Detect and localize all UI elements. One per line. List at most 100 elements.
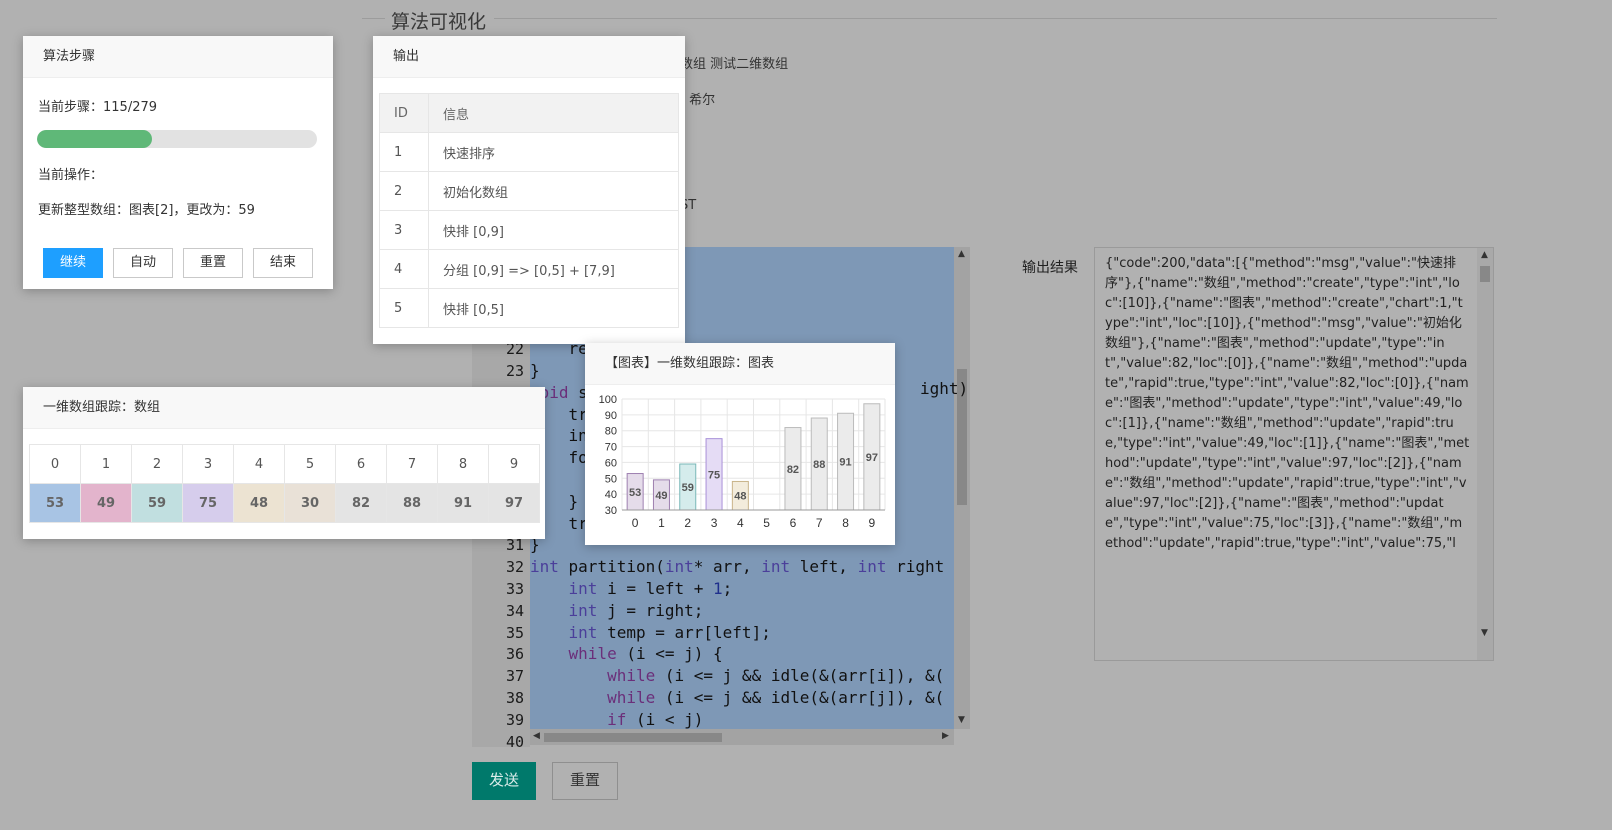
x-tick-label: 3 — [711, 516, 718, 530]
array-value-cell: 88 — [386, 483, 438, 523]
editor-horizontal-thumb[interactable] — [544, 733, 722, 742]
row-id: 1 — [379, 132, 429, 172]
array-index-cell: 5 — [284, 444, 336, 484]
output-table: ID 信息 1 快速排序 2 初始化数组 3 快排 [0,9] 4 分组 [0,9] =… — [379, 93, 679, 328]
step-progress-bar — [37, 130, 317, 148]
column-header-id: ID — [379, 93, 429, 133]
array-index-cell: 7 — [386, 444, 438, 484]
row-info: 分组 [0,9] => [0,5] + [7,9] — [428, 249, 679, 289]
x-tick-label: 6 — [790, 516, 797, 530]
row-info: 快排 [0,9] — [428, 210, 679, 250]
x-tick-label: 5 — [763, 516, 770, 530]
line-number: 38 — [505, 689, 524, 707]
x-tick-label: 0 — [632, 516, 639, 530]
current-op-label: 当前操作： — [38, 168, 104, 183]
output-result-text: {"code":200,"data":[{"method":"msg","val… — [1105, 256, 1470, 551]
test-options-text: 数组 测试二维数组 — [680, 57, 789, 72]
scroll-left-icon[interactable]: ◀ — [533, 731, 540, 741]
code-line: while (i <= j && idle(&(arr[i]), &( — [607, 666, 945, 686]
line-number: 33 — [505, 580, 524, 598]
chart-tracking-panel: 【图表】一维数组跟踪：图表 100 90 80 70 60 50 40 30 53 0 49 1 59 2… — [585, 343, 895, 545]
scroll-down-icon[interactable]: ▼ — [958, 715, 965, 725]
code-line: if (i < j) — [607, 709, 704, 729]
code-line: while (i <= j) { — [568, 644, 723, 664]
array-index-cell: 4 — [233, 444, 285, 484]
code-line: } — [530, 361, 540, 380]
bar-value-label: 48 — [734, 491, 746, 503]
x-tick-label: 9 — [869, 516, 876, 530]
code-line: int temp = arr[left]; — [568, 622, 771, 642]
array-value-cell: 53 — [29, 483, 81, 523]
output-result-label: 输出结果 — [1022, 260, 1078, 276]
bar-value-label: 59 — [682, 482, 694, 494]
output-scroll-thumb[interactable] — [1480, 266, 1490, 282]
array-index-row: 0123456789 — [29, 444, 540, 484]
x-tick-label: 1 — [658, 516, 665, 530]
code-line: while (i <= j && idle(&(arr[j]), &( — [607, 688, 945, 707]
line-number: 34 — [505, 601, 524, 620]
code-peek-text: ight) — [920, 379, 969, 398]
table-row: 1 快速排序 — [379, 132, 679, 172]
x-tick-label: 7 — [816, 516, 823, 530]
op-detail-text: 更新整型数组：图表[2]，更改为：59 — [38, 203, 255, 218]
x-tick-label: 4 — [737, 516, 744, 530]
output-result-box[interactable]: {"code":200,"data":[{"method":"msg","val… — [1094, 247, 1494, 661]
send-button[interactable]: 发送 — [472, 762, 536, 800]
x-tick-label: 8 — [842, 516, 849, 530]
array-tracking-panel: 一维数组跟踪：数组 0123456789 53 49 59 75 48 30 82 88 91 9… — [23, 387, 545, 539]
code-line: int i = left + 1; — [568, 579, 733, 598]
bar-value-label: 75 — [708, 469, 720, 481]
row-id: 3 — [379, 210, 429, 250]
continue-button[interactable]: 继续 — [43, 248, 103, 278]
array-index-cell: 1 — [80, 444, 132, 484]
section-divider — [362, 18, 1497, 19]
y-tick-label: 50 — [605, 473, 617, 485]
bar-value-label: 82 — [787, 464, 799, 476]
line-number: 39 — [505, 710, 524, 729]
array-index-cell: 6 — [335, 444, 387, 484]
line-number: 37 — [505, 667, 524, 686]
scroll-up-icon[interactable]: ▲ — [1481, 250, 1488, 260]
y-tick-label: 30 — [605, 505, 617, 517]
array-index-cell: 3 — [182, 444, 234, 484]
panel-title: 算法步骤 — [23, 36, 333, 78]
bar-value-label: 91 — [839, 457, 851, 469]
reset-steps-button[interactable]: 重置 — [183, 248, 243, 278]
line-number: 35 — [505, 623, 524, 642]
array-value-cell: 59 — [131, 483, 183, 523]
editor-horizontal-scrollbar[interactable]: ◀ ▶ — [530, 729, 954, 745]
line-number: 40 — [505, 732, 524, 747]
scroll-up-icon[interactable]: ▲ — [958, 249, 965, 259]
y-tick-label: 40 — [605, 489, 617, 501]
scroll-down-icon[interactable]: ▼ — [1481, 628, 1488, 638]
reset-button[interactable]: 重置 — [552, 762, 618, 800]
section-title: 算法可视化 — [385, 7, 495, 34]
array-index-cell: 2 — [131, 444, 183, 484]
table-row: 4 分组 [0,9] => [0,5] + [7,9] — [379, 249, 679, 289]
array-index-cell: 9 — [488, 444, 540, 484]
output-panel: 输出 ID 信息 1 快速排序 2 初始化数组 3 快排 [0,9] 4 分组 [0,9… — [373, 36, 685, 344]
code-line: int partition(int* arr, int left, int ri… — [530, 557, 945, 577]
bar-value-label: 97 — [866, 452, 878, 464]
table-header-row: ID 信息 — [379, 93, 679, 133]
array-value-cell: 97 — [488, 483, 540, 523]
column-header-info: 信息 — [428, 93, 679, 133]
array-table: 0123456789 53 49 59 75 48 30 82 88 91 97 — [29, 444, 540, 523]
output-scrollbar[interactable]: ▲ ▼ — [1477, 248, 1493, 660]
panel-title: 【图表】一维数组跟踪：图表 — [585, 343, 895, 385]
row-id: 2 — [379, 171, 429, 211]
line-number: 32 — [505, 558, 524, 577]
array-value-cell: 82 — [335, 483, 387, 523]
step-progress-fill — [37, 130, 152, 148]
editor-vertical-scrollbar[interactable]: ▲ ▼ — [954, 247, 970, 729]
scroll-right-icon[interactable]: ▶ — [942, 731, 949, 741]
end-button[interactable]: 结束 — [253, 248, 313, 278]
panel-title: 输出 — [373, 36, 685, 78]
row-info: 快速排序 — [428, 132, 679, 172]
row-info: 快排 [0,5] — [428, 288, 679, 328]
array-value-cell: 91 — [437, 483, 489, 523]
auto-button[interactable]: 自动 — [113, 248, 173, 278]
bar-value-label: 49 — [655, 490, 667, 502]
bar-chart: 100 90 80 70 60 50 40 30 53 0 49 1 59 2 75 3 48 4 5 82 6 88 7 9… — [599, 394, 886, 530]
x-tick-label: 2 — [684, 516, 691, 530]
